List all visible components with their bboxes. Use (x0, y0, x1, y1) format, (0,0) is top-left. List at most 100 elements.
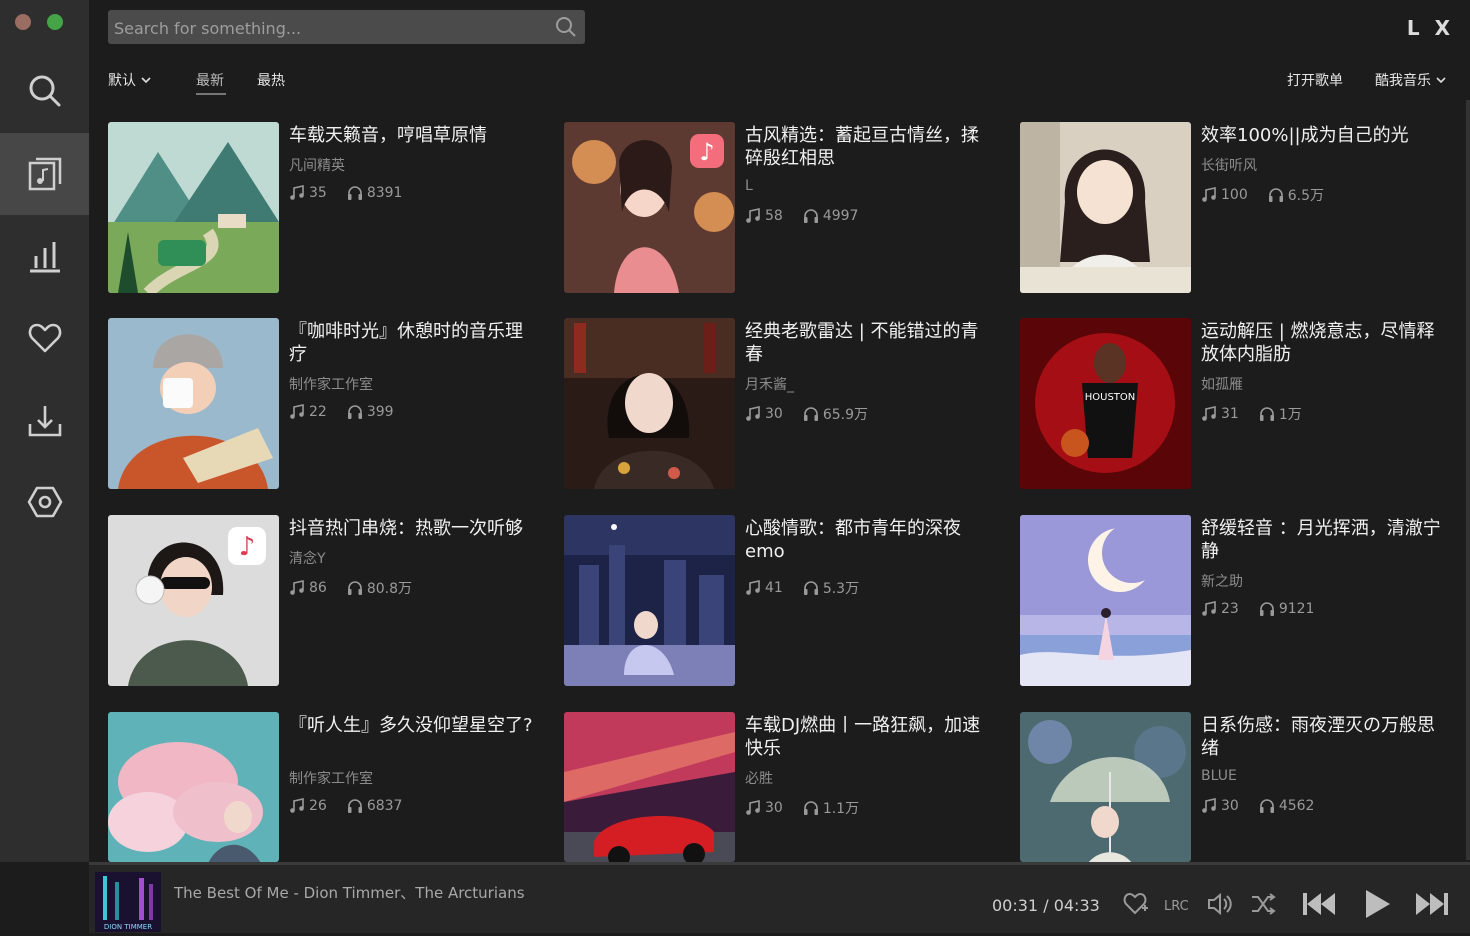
playlist-card[interactable]: ♪ 抖音热门串烧：热歌一次听够 清念Y 86 80.8万 (108, 515, 538, 687)
playlist-cover[interactable] (564, 515, 735, 686)
song-count: 30 (1221, 798, 1239, 814)
playlist-author: 制作家工作室 (289, 377, 373, 393)
play-count: 6837 (366, 798, 403, 814)
playlist-card[interactable]: 车载DJ燃曲丨一路狂飙，加速快乐 必胜 30 1.1万 (564, 712, 994, 862)
music-note-icon (746, 208, 760, 223)
headphones-icon (803, 407, 818, 421)
music-note-icon (1202, 798, 1216, 813)
playlist-title[interactable]: 『听人生』多久没仰望星空了? (289, 714, 534, 737)
playlist-cover[interactable] (108, 122, 279, 293)
music-note-icon (290, 580, 304, 595)
search-input[interactable] (108, 10, 546, 46)
play-count: 65.9万 (822, 407, 868, 423)
playlist-title[interactable]: 车载DJ燃曲丨一路狂飙，加速快乐 (745, 714, 990, 760)
play-count: 1.1万 (822, 801, 860, 817)
playlist-cover[interactable] (564, 712, 735, 862)
play-count: 399 (366, 404, 394, 420)
playlist-card[interactable]: 车载天籁音，哼唱草原情 凡间精英 35 8391 (108, 122, 538, 294)
nav-downloads[interactable] (0, 379, 89, 461)
svg-text:♪: ♪ (239, 532, 256, 562)
playlist-card[interactable]: 日系伤感：雨夜湮灭の万般思绪 BLUE 30 4562 (1020, 712, 1450, 862)
playlist-card[interactable]: 『咖啡时光』休憩时的音乐理疗 制作家工作室 22 399 (108, 318, 538, 490)
headphones-icon (347, 186, 362, 200)
playlist-stats: 41 5.3万 (745, 578, 879, 598)
playlist-card[interactable]: 心酸情歌：都市青年的深夜emo 41 5.3万 (564, 515, 994, 687)
volume-icon[interactable] (1206, 891, 1232, 917)
headphones-icon (1259, 799, 1274, 813)
previous-track-icon[interactable] (1301, 889, 1337, 919)
playlist-cover[interactable] (1020, 515, 1191, 686)
playlist-stats: 31 1万 (1201, 404, 1322, 424)
playlist-card[interactable]: 舒缓轻音 ：月光挥洒，清澈宁静 新之助 23 9121 (1020, 515, 1450, 687)
playlist-cover[interactable] (108, 318, 279, 489)
song-count: 30 (765, 800, 783, 816)
pink-cloud-image (108, 712, 279, 862)
umbrella-girl-image (1020, 712, 1191, 862)
playlist-title[interactable]: 古风精选：蓄起亘古情丝，揉碎殷红相思 (745, 124, 990, 170)
playlist-title[interactable]: 『咖啡时光』休憩时的音乐理疗 (289, 320, 534, 366)
playlist-stats: 23 9121 (1201, 601, 1334, 617)
bar-chart-icon (29, 242, 60, 273)
playlist-card[interactable]: 效率100%||成为自己的光 长街听风 100 6.5万 (1020, 122, 1450, 294)
guofeng-girl-image: ♪ (564, 122, 735, 293)
song-count: 35 (309, 185, 327, 201)
nav-playlists[interactable] (0, 133, 89, 215)
music-note-icon (746, 406, 760, 421)
play-icon[interactable] (1360, 887, 1394, 921)
now-playing-cover[interactable]: DION TIMMER (95, 872, 161, 932)
playlist-cover[interactable] (1020, 712, 1191, 862)
sort-dropdown[interactable]: 默认 (108, 70, 152, 90)
tab-newest[interactable]: 最新 (196, 70, 224, 90)
album-art-text: DION TIMMER (104, 923, 152, 931)
nav-settings[interactable] (0, 461, 89, 543)
scrollbar[interactable] (1466, 100, 1470, 860)
nav-favorites[interactable] (0, 297, 89, 379)
playlist-title[interactable]: 心酸情歌：都市青年的深夜emo (745, 517, 990, 563)
add-favorite-icon[interactable] (1122, 891, 1148, 917)
playlist-card[interactable]: 『听人生』多久没仰望星空了? 制作家工作室 26 6837 (108, 712, 538, 862)
song-count: 41 (765, 580, 783, 596)
maximize-window-button[interactable] (47, 14, 63, 30)
source-dropdown[interactable]: 酷我音乐 (1375, 70, 1447, 90)
search-icon[interactable] (555, 16, 577, 38)
playlist-cover[interactable]: ♪ (564, 122, 735, 293)
playlist-title[interactable]: 抖音热门串烧：热歌一次听够 (289, 517, 534, 540)
track-title[interactable]: The Best Of Me - Dion Timmer、The Arcturi… (174, 882, 525, 903)
playlist-cover[interactable]: HOUSTON (1020, 318, 1191, 489)
moon-sea-image (1020, 515, 1191, 686)
playlist-title[interactable]: 舒缓轻音 ：月光挥洒，清澈宁静 (1201, 517, 1446, 563)
playlist-title[interactable]: 车载天籁音，哼唱草原情 (289, 124, 534, 147)
mountain-bus-image (108, 122, 279, 293)
playlist-card[interactable]: 经典老歌雷达 | 不能错过的青春 月禾酱_ 30 65.9万 (564, 318, 994, 490)
playlist-card[interactable]: HOUSTON 运动解压 | 燃烧意志，尽情释放体内脂肪 如孤雁 31 1万 (1020, 318, 1450, 490)
playlist-cover[interactable] (564, 318, 735, 489)
nav-search[interactable] (0, 50, 89, 132)
svg-text:LRC: LRC (1164, 899, 1189, 914)
playlist-title[interactable]: 效率100%||成为自己的光 (1201, 124, 1446, 147)
next-track-icon[interactable] (1414, 889, 1450, 919)
playlist-title[interactable]: 经典老歌雷达 | 不能错过的青春 (745, 320, 990, 366)
playlist-cover[interactable]: ♪ (108, 515, 279, 686)
close-window-button[interactable] (15, 14, 31, 30)
playlist-card[interactable]: ♪ 古风精选：蓄起亘古情丝，揉碎殷红相思 L 58 4997 (564, 122, 994, 294)
album-art-image: DION TIMMER (95, 872, 161, 932)
shuffle-icon[interactable] (1250, 891, 1276, 917)
headphones-icon (1268, 188, 1283, 202)
playlist-cover[interactable] (108, 712, 279, 862)
playlist-stats: 30 4562 (1201, 798, 1334, 814)
play-count: 4562 (1278, 798, 1315, 814)
music-note-icon (290, 185, 304, 200)
play-count: 9121 (1278, 601, 1315, 617)
open-playlist-button[interactable]: 打开歌单 (1287, 70, 1343, 90)
playlist-title[interactable]: 日系伤感：雨夜湮灭の万般思绪 (1201, 714, 1446, 760)
time-separator: / (1043, 896, 1049, 915)
playlist-cover[interactable] (1020, 122, 1191, 293)
playlist-author: BLUE (1201, 768, 1237, 784)
tab-hottest[interactable]: 最热 (257, 70, 285, 90)
lyrics-icon[interactable]: LRC (1164, 891, 1190, 917)
nav-charts[interactable] (0, 215, 89, 297)
svg-text:HOUSTON: HOUSTON (1085, 392, 1136, 403)
source-label: 酷我音乐 (1375, 73, 1431, 89)
playlist-author: 新之助 (1201, 574, 1243, 590)
playlist-title[interactable]: 运动解压 | 燃烧意志，尽情释放体内脂肪 (1201, 320, 1446, 366)
